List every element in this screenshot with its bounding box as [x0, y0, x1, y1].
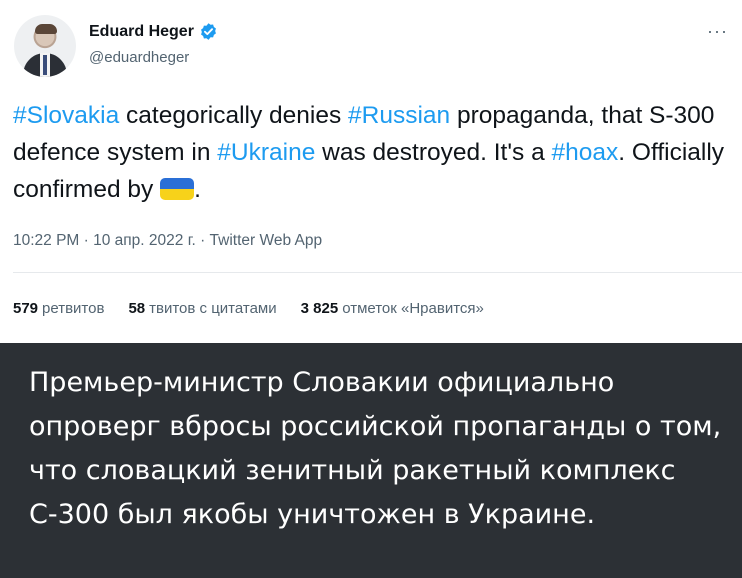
more-options-icon[interactable]: ···: [707, 21, 728, 42]
caption-overlay: Премьер-министр Словакии официально опро…: [0, 343, 742, 578]
avatar-tie: [43, 55, 47, 75]
likes-label: отметок «Нравится»: [342, 300, 484, 317]
retweets-label: ретвитов: [42, 300, 105, 317]
hashtag-russian[interactable]: #Russian: [348, 102, 450, 129]
caption-text: Премьер-министр Словакии официально опро…: [29, 367, 722, 530]
avatar[interactable]: [14, 15, 76, 77]
ukraine-flag-icon: [160, 178, 195, 200]
author-row: Eduard Heger: [89, 22, 218, 41]
retweets-stat[interactable]: 579 ретвитов: [13, 300, 104, 317]
tweet-text-part: was destroyed. It's a: [315, 139, 552, 166]
quotes-stat[interactable]: 58 твитов с цитатами: [128, 300, 276, 317]
verified-badge-icon: [200, 23, 216, 40]
tweet-timestamp[interactable]: 10:22 PM · 10 апр. 2022 г. · Twitter Web…: [13, 232, 322, 250]
tweet-text-part: categorically denies: [119, 102, 349, 129]
hashtag-slovakia[interactable]: #Slovakia: [13, 102, 119, 129]
tweet-text: #Slovakia categorically denies #Russian …: [13, 97, 733, 208]
author-handle[interactable]: @eduardheger: [89, 49, 189, 66]
quotes-count: 58: [128, 300, 146, 317]
avatar-hair: [35, 24, 57, 34]
divider: [13, 272, 742, 273]
tweet-stats: 579 ретвитов 58 твитов с цитатами 3 825 отм…: [13, 300, 508, 317]
quotes-label: твитов с цитатами: [149, 300, 277, 317]
author-name[interactable]: Eduard Heger: [89, 23, 194, 41]
likes-stat[interactable]: 3 825 отметок «Нравится»: [301, 300, 484, 317]
tweet-card: Eduard Heger @eduardheger ··· #Slovakia …: [0, 0, 742, 343]
hashtag-ukraine[interactable]: #Ukraine: [217, 139, 315, 166]
hashtag-hoax[interactable]: #hoax: [552, 139, 619, 166]
tweet-text-part: .: [194, 176, 201, 203]
likes-count: 3 825: [300, 300, 339, 317]
retweets-count: 579: [13, 300, 39, 317]
